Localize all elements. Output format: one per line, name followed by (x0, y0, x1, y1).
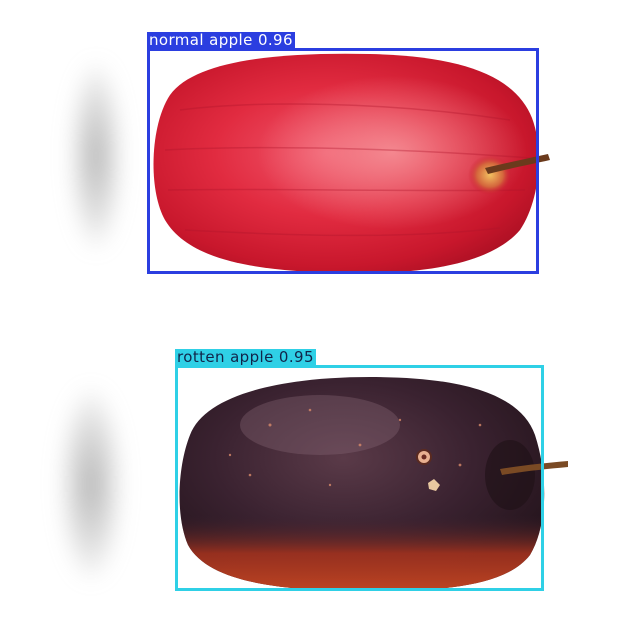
class-name: rotten apple (177, 348, 274, 366)
class-name: normal apple (149, 31, 253, 49)
detection-label: normal apple 0.96 (147, 32, 295, 49)
apple-shadow (70, 62, 122, 250)
apple-shadow (60, 388, 122, 580)
confidence-score: 0.95 (278, 348, 314, 366)
detection-box-rotten-apple: rotten apple 0.95 (175, 349, 544, 591)
detection-box-normal-apple: normal apple 0.96 (147, 32, 539, 274)
confidence-score: 0.96 (257, 31, 293, 49)
detection-image: normal apple 0.96 rotten apple 0.95 (0, 0, 640, 640)
detection-label: rotten apple 0.95 (175, 349, 316, 366)
